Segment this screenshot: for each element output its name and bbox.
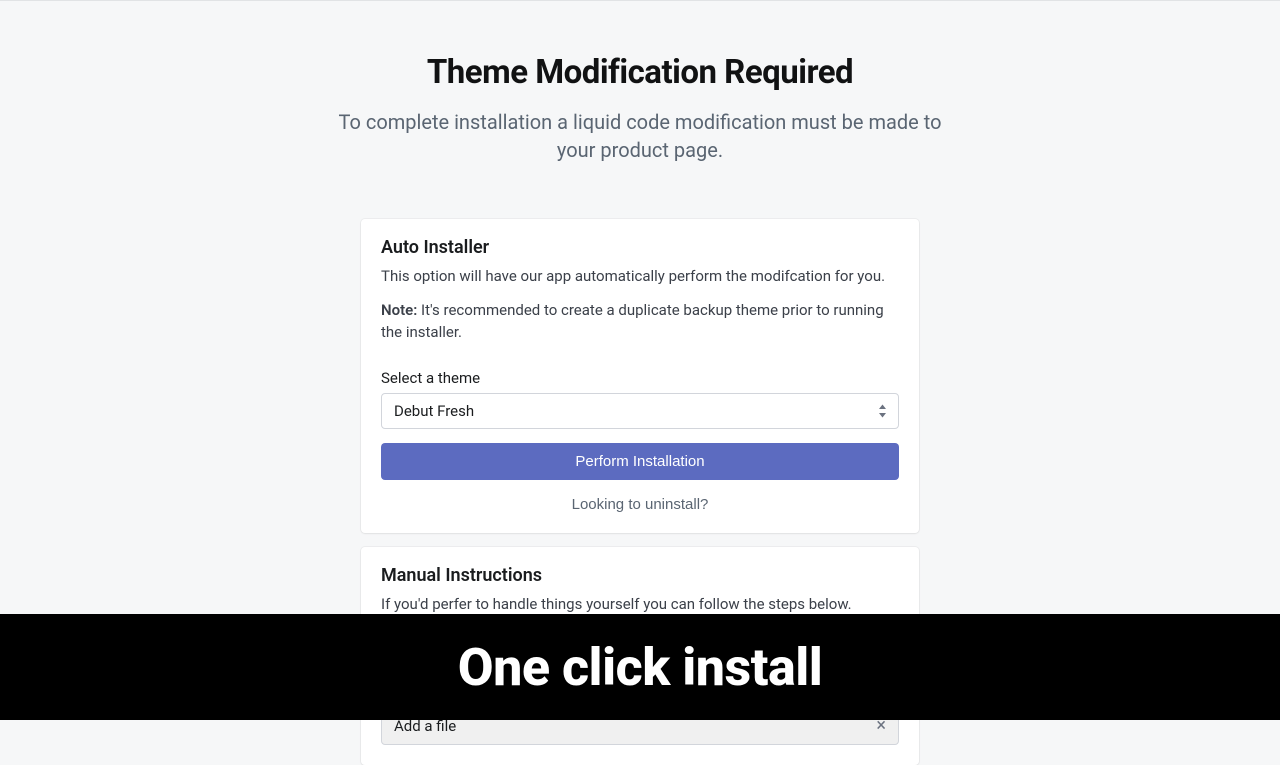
theme-select-wrap: Debut Fresh xyxy=(381,393,899,429)
auto-installer-description: This option will have our app automatica… xyxy=(381,266,899,288)
page-title: Theme Modification Required xyxy=(427,53,853,92)
auto-installer-note: Note: It's recommended to create a dupli… xyxy=(381,300,899,344)
auto-installer-title: Auto Installer xyxy=(381,237,899,258)
note-text: It's recommended to create a duplicate b… xyxy=(381,301,884,341)
theme-select[interactable]: Debut Fresh xyxy=(381,393,899,429)
manual-title: Manual Instructions xyxy=(381,565,899,586)
promo-banner: One click install xyxy=(0,614,1280,720)
perform-installation-button[interactable]: Perform Installation xyxy=(381,443,899,480)
auto-installer-card: Auto Installer This option will have our… xyxy=(361,219,919,533)
banner-text: One click install xyxy=(458,637,823,698)
note-label: Note: xyxy=(381,301,417,319)
select-theme-label: Select a theme xyxy=(381,369,899,387)
manual-description: If you'd perfer to handle things yoursel… xyxy=(381,594,899,616)
uninstall-link[interactable]: Looking to uninstall? xyxy=(381,496,899,513)
page-subtitle: To complete installation a liquid code m… xyxy=(330,108,950,164)
